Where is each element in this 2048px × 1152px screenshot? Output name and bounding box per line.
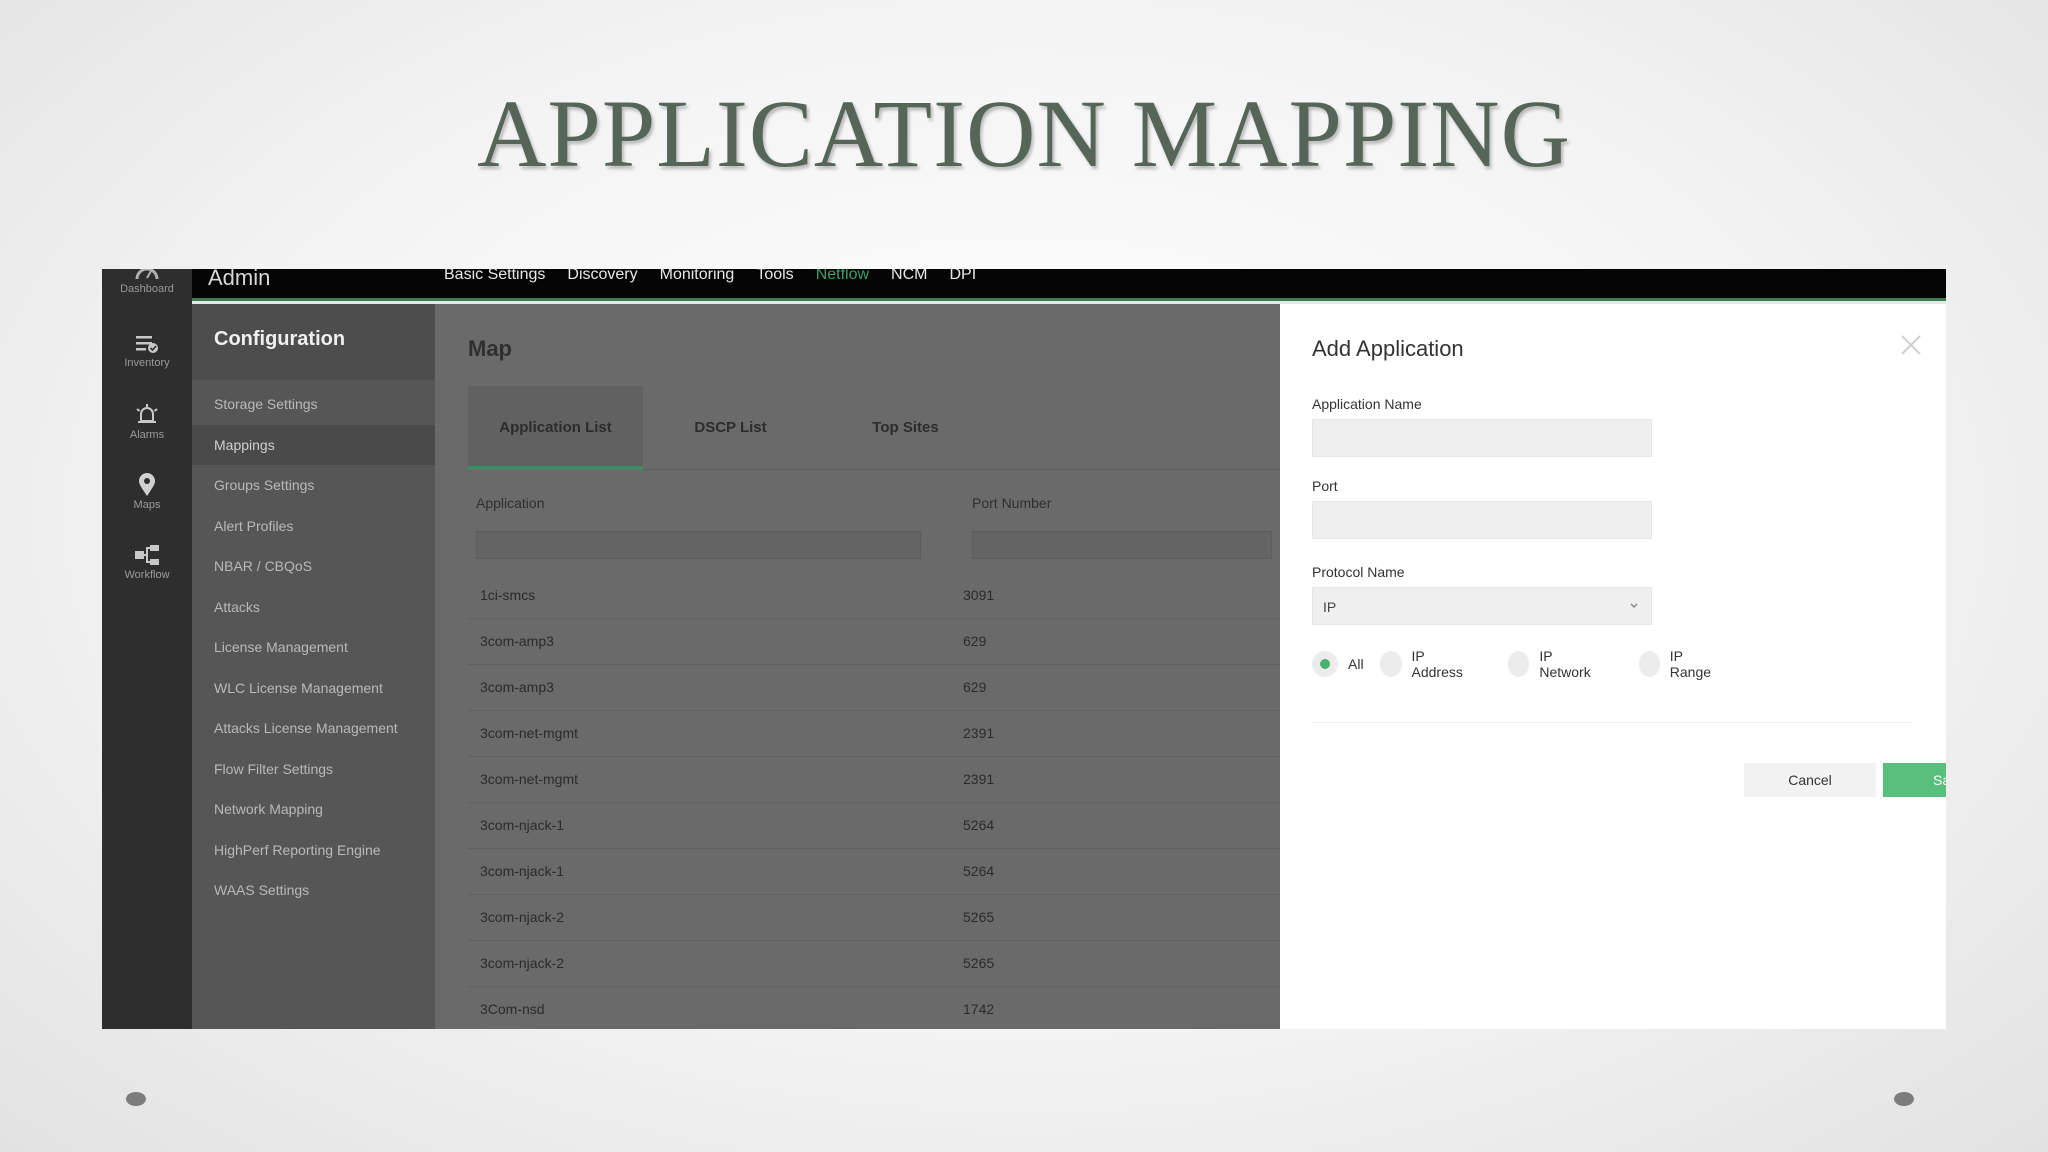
dialog-divider [1312,722,1912,723]
config-item-waas-settings[interactable]: WAAS Settings [192,870,435,911]
cancel-button[interactable]: Cancel [1744,763,1876,797]
config-item-wlc-license-management[interactable]: WLC License Management [192,668,435,709]
config-item-highperf-reporting-engine[interactable]: HighPerf Reporting Engine [192,830,435,871]
slide-dot-left [126,1092,146,1106]
table-row[interactable]: 3com-njack-2 5265 [468,895,1280,941]
table-row[interactable]: 3Com-nsd 1742 [468,987,1280,1029]
table-row[interactable]: 3com-njack-2 5265 [468,941,1280,987]
column-header-port-number[interactable]: Port Number [972,495,1051,511]
protocol-selected-value: IP [1323,599,1337,615]
config-item-storage-settings[interactable]: Storage Settings [192,384,435,425]
icon-rail: Dashboard Inventory Alarms Maps Workflow [102,269,192,1029]
top-nav: Basic Settings Discovery Monitoring Tool… [444,269,976,295]
configuration-sidebar: Configuration Storage Settings Mappings … [192,304,435,1029]
map-tabs: Application List DSCP List Top Sites [468,386,1280,470]
config-item-alert-profiles[interactable]: Alert Profiles [192,506,435,547]
close-icon[interactable] [1898,332,1924,358]
tab-dscp-list[interactable]: DSCP List [643,386,818,470]
config-item-attacks[interactable]: Attacks [192,587,435,628]
map-title: Map [468,336,512,361]
config-item-attacks-license-management[interactable]: Attacks License Management [192,708,435,749]
nav-dpi[interactable]: DPI [949,269,976,295]
radio-circle [1639,651,1660,677]
column-header-application[interactable]: Application [476,495,545,511]
nav-ncm[interactable]: NCM [891,269,927,295]
rail-workflow[interactable]: Workflow [102,543,192,581]
table-row[interactable]: 3com-net-mgmt 2391 [468,757,1280,803]
radio-circle-checked [1312,651,1338,677]
config-item-nbar-cbqos[interactable]: NBAR / CBQoS [192,546,435,587]
protocol-name-label: Protocol Name [1312,564,1405,580]
config-item-groups-settings[interactable]: Groups Settings [192,465,435,506]
application-filter-input[interactable] [476,531,921,559]
radio-circle [1508,651,1530,677]
map-pin-icon [139,473,155,496]
table-row[interactable]: 3com-amp3 629 [468,619,1280,665]
table-row[interactable]: 3com-njack-1 5264 [468,849,1280,895]
tab-application-list[interactable]: Application List [468,386,643,470]
rail-maps[interactable]: Maps [102,473,192,511]
config-item-flow-filter-settings[interactable]: Flow Filter Settings [192,749,435,790]
map-panel: Map Application List DSCP List Top Sites… [435,304,1280,1029]
table-row[interactable]: 3com-net-mgmt 2391 [468,711,1280,757]
application-name-label: Application Name [1312,396,1422,412]
table-row[interactable]: 3com-amp3 629 [468,665,1280,711]
slide-title: APPLICATION MAPPING [477,80,1571,187]
chevron-down-icon [1630,603,1638,609]
port-label: Port [1312,478,1338,494]
config-item-network-mapping[interactable]: Network Mapping [192,789,435,830]
configuration-title: Configuration [192,304,435,380]
port-input[interactable] [1312,501,1652,539]
radio-circle [1380,651,1402,677]
dialog-title: Add Application [1312,336,1464,361]
alarm-icon [136,404,158,423]
radio-ip-address[interactable]: IP Address [1380,648,1467,680]
nav-netflow[interactable]: Netflow [816,269,869,295]
protocol-name-select[interactable]: IP [1312,587,1652,625]
nav-monitoring[interactable]: Monitoring [660,269,735,295]
workflow-icon [135,545,159,565]
add-application-dialog: Add Application Application Name Port Pr… [1280,304,1946,1029]
tab-top-sites[interactable]: Top Sites [818,386,993,470]
radio-ip-range[interactable]: IP Range [1639,648,1716,680]
table-row[interactable]: 3com-njack-1 5264 [468,803,1280,849]
dashboard-icon [135,269,159,280]
table-row[interactable]: 1ci-smcs 3091 [468,573,1280,619]
top-bar: Admin Basic Settings Discovery Monitorin… [102,269,1946,301]
rail-alarms[interactable]: Alarms [102,403,192,441]
nav-basic-settings[interactable]: Basic Settings [444,269,545,295]
save-button[interactable]: Save [1883,763,1946,797]
inventory-icon [136,336,158,353]
application-name-input[interactable] [1312,419,1652,457]
app-screenshot: Admin Basic Settings Discovery Monitorin… [102,269,1946,1029]
config-item-mappings[interactable]: Mappings [192,424,435,465]
radio-ip-network[interactable]: IP Network [1508,648,1595,680]
slide-dot-right [1894,1092,1914,1106]
port-filter-input[interactable] [972,531,1272,559]
nav-tools[interactable]: Tools [756,269,793,295]
admin-title: Admin [208,269,271,290]
config-item-license-management[interactable]: License Management [192,627,435,668]
nav-discovery[interactable]: Discovery [567,269,637,295]
rail-inventory[interactable]: Inventory [102,333,192,369]
rail-dashboard[interactable]: Dashboard [102,269,192,295]
radio-all[interactable]: All [1312,650,1364,678]
